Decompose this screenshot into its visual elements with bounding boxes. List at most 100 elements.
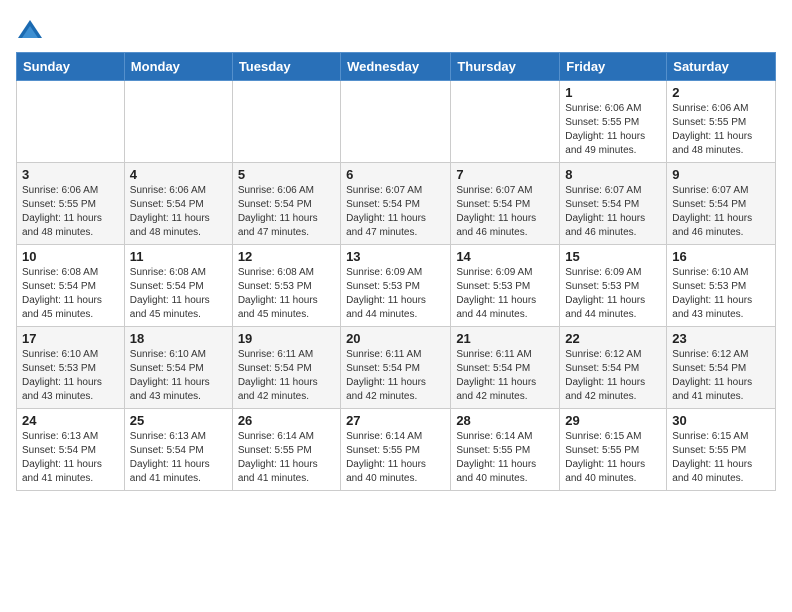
calendar-cell: 6 Sunrise: 6:07 AM Sunset: 5:54 PM Daylig… bbox=[341, 163, 451, 245]
calendar-cell bbox=[341, 81, 451, 163]
calendar-cell: 24 Sunrise: 6:13 AM Sunset: 5:54 PM Dayli… bbox=[17, 409, 125, 491]
calendar-cell: 22 Sunrise: 6:12 AM Sunset: 5:54 PM Dayli… bbox=[560, 327, 667, 409]
day-info: Sunrise: 6:06 AM Sunset: 5:55 PM Dayligh… bbox=[22, 184, 119, 240]
day-number: 8 bbox=[565, 167, 661, 182]
calendar-cell: 25 Sunrise: 6:13 AM Sunset: 5:54 PM Dayli… bbox=[124, 409, 232, 491]
calendar-table: SundayMondayTuesdayWednesdayThursdayFrid… bbox=[16, 52, 776, 491]
day-info: Sunrise: 6:13 AM Sunset: 5:54 PM Dayligh… bbox=[22, 430, 119, 486]
day-number: 21 bbox=[456, 331, 554, 346]
calendar-cell: 18 Sunrise: 6:10 AM Sunset: 5:54 PM Dayli… bbox=[124, 327, 232, 409]
day-number: 13 bbox=[346, 249, 445, 264]
calendar-cell: 26Sunrise: 6:14 AM Sunset: 5:55 PM Dayli… bbox=[232, 409, 340, 491]
day-number: 11 bbox=[130, 249, 227, 264]
day-number: 17 bbox=[22, 331, 119, 346]
day-info: Sunrise: 6:09 AM Sunset: 5:53 PM Dayligh… bbox=[346, 266, 445, 322]
day-number: 25 bbox=[130, 413, 227, 428]
day-number: 4 bbox=[130, 167, 227, 182]
day-info: Sunrise: 6:15 AM Sunset: 5:55 PM Dayligh… bbox=[565, 430, 661, 486]
day-number: 20 bbox=[346, 331, 445, 346]
weekday-header: Saturday bbox=[667, 53, 776, 81]
day-info: Sunrise: 6:09 AM Sunset: 5:53 PM Dayligh… bbox=[565, 266, 661, 322]
calendar-cell: 30Sunrise: 6:15 AM Sunset: 5:55 PM Dayli… bbox=[667, 409, 776, 491]
page: SundayMondayTuesdayWednesdayThursdayFrid… bbox=[0, 0, 792, 507]
calendar-cell: 7 Sunrise: 6:07 AM Sunset: 5:54 PM Daylig… bbox=[451, 163, 560, 245]
weekday-header: Tuesday bbox=[232, 53, 340, 81]
calendar-week-row: 24 Sunrise: 6:13 AM Sunset: 5:54 PM Dayli… bbox=[17, 409, 776, 491]
weekday-header: Thursday bbox=[451, 53, 560, 81]
calendar-cell: 10Sunrise: 6:08 AM Sunset: 5:54 PM Dayli… bbox=[17, 245, 125, 327]
day-number: 23 bbox=[672, 331, 770, 346]
day-info: Sunrise: 6:06 AM Sunset: 5:54 PM Dayligh… bbox=[130, 184, 227, 240]
day-info: Sunrise: 6:12 AM Sunset: 5:54 PM Dayligh… bbox=[672, 348, 770, 404]
calendar-cell: 29 Sunrise: 6:15 AM Sunset: 5:55 PM Dayli… bbox=[560, 409, 667, 491]
calendar-cell bbox=[232, 81, 340, 163]
calendar-cell: 1 Sunrise: 6:06 AM Sunset: 5:55 PM Daylig… bbox=[560, 81, 667, 163]
day-info: Sunrise: 6:06 AM Sunset: 5:55 PM Dayligh… bbox=[565, 102, 661, 158]
calendar-cell: 20 Sunrise: 6:11 AM Sunset: 5:54 PM Dayli… bbox=[341, 327, 451, 409]
day-info: Sunrise: 6:14 AM Sunset: 5:55 PM Dayligh… bbox=[238, 430, 335, 486]
calendar-cell: 21 Sunrise: 6:11 AM Sunset: 5:54 PM Dayli… bbox=[451, 327, 560, 409]
day-number: 16 bbox=[672, 249, 770, 264]
calendar-week-row: 17Sunrise: 6:10 AM Sunset: 5:53 PM Dayli… bbox=[17, 327, 776, 409]
calendar-cell bbox=[451, 81, 560, 163]
day-number: 18 bbox=[130, 331, 227, 346]
header bbox=[16, 16, 776, 44]
calendar-cell: 12 Sunrise: 6:08 AM Sunset: 5:53 PM Dayli… bbox=[232, 245, 340, 327]
day-number: 27 bbox=[346, 413, 445, 428]
calendar-cell: 17Sunrise: 6:10 AM Sunset: 5:53 PM Dayli… bbox=[17, 327, 125, 409]
calendar-cell: 14Sunrise: 6:09 AM Sunset: 5:53 PM Dayli… bbox=[451, 245, 560, 327]
day-number: 30 bbox=[672, 413, 770, 428]
day-info: Sunrise: 6:08 AM Sunset: 5:54 PM Dayligh… bbox=[130, 266, 227, 322]
day-info: Sunrise: 6:11 AM Sunset: 5:54 PM Dayligh… bbox=[346, 348, 445, 404]
day-number: 6 bbox=[346, 167, 445, 182]
day-info: Sunrise: 6:12 AM Sunset: 5:54 PM Dayligh… bbox=[565, 348, 661, 404]
calendar-header-row: SundayMondayTuesdayWednesdayThursdayFrid… bbox=[17, 53, 776, 81]
calendar-cell: 16 Sunrise: 6:10 AM Sunset: 5:53 PM Dayli… bbox=[667, 245, 776, 327]
day-number: 24 bbox=[22, 413, 119, 428]
day-info: Sunrise: 6:08 AM Sunset: 5:53 PM Dayligh… bbox=[238, 266, 335, 322]
calendar-cell: 5Sunrise: 6:06 AM Sunset: 5:54 PM Daylig… bbox=[232, 163, 340, 245]
day-number: 7 bbox=[456, 167, 554, 182]
day-number: 14 bbox=[456, 249, 554, 264]
weekday-header: Friday bbox=[560, 53, 667, 81]
calendar-cell: 19Sunrise: 6:11 AM Sunset: 5:54 PM Dayli… bbox=[232, 327, 340, 409]
day-info: Sunrise: 6:11 AM Sunset: 5:54 PM Dayligh… bbox=[238, 348, 335, 404]
calendar-cell: 4 Sunrise: 6:06 AM Sunset: 5:54 PM Daylig… bbox=[124, 163, 232, 245]
logo-icon bbox=[16, 16, 44, 44]
day-number: 5 bbox=[238, 167, 335, 182]
calendar-cell: 11 Sunrise: 6:08 AM Sunset: 5:54 PM Dayli… bbox=[124, 245, 232, 327]
calendar-cell: 28 Sunrise: 6:14 AM Sunset: 5:55 PM Dayli… bbox=[451, 409, 560, 491]
weekday-header: Sunday bbox=[17, 53, 125, 81]
day-info: Sunrise: 6:07 AM Sunset: 5:54 PM Dayligh… bbox=[672, 184, 770, 240]
weekday-header: Monday bbox=[124, 53, 232, 81]
calendar-week-row: 10Sunrise: 6:08 AM Sunset: 5:54 PM Dayli… bbox=[17, 245, 776, 327]
calendar-cell: 9 Sunrise: 6:07 AM Sunset: 5:54 PM Daylig… bbox=[667, 163, 776, 245]
calendar-cell bbox=[124, 81, 232, 163]
day-number: 2 bbox=[672, 85, 770, 100]
calendar-cell: 8 Sunrise: 6:07 AM Sunset: 5:54 PM Daylig… bbox=[560, 163, 667, 245]
calendar-cell: 3 Sunrise: 6:06 AM Sunset: 5:55 PM Daylig… bbox=[17, 163, 125, 245]
day-number: 29 bbox=[565, 413, 661, 428]
day-info: Sunrise: 6:08 AM Sunset: 5:54 PM Dayligh… bbox=[22, 266, 119, 322]
day-number: 1 bbox=[565, 85, 661, 100]
day-number: 15 bbox=[565, 249, 661, 264]
calendar-cell: 13 Sunrise: 6:09 AM Sunset: 5:53 PM Dayli… bbox=[341, 245, 451, 327]
calendar-cell bbox=[17, 81, 125, 163]
calendar-cell: 2 Sunrise: 6:06 AM Sunset: 5:55 PM Daylig… bbox=[667, 81, 776, 163]
day-number: 28 bbox=[456, 413, 554, 428]
day-info: Sunrise: 6:14 AM Sunset: 5:55 PM Dayligh… bbox=[346, 430, 445, 486]
day-info: Sunrise: 6:06 AM Sunset: 5:55 PM Dayligh… bbox=[672, 102, 770, 158]
day-number: 9 bbox=[672, 167, 770, 182]
day-info: Sunrise: 6:11 AM Sunset: 5:54 PM Dayligh… bbox=[456, 348, 554, 404]
calendar-cell: 27 Sunrise: 6:14 AM Sunset: 5:55 PM Dayli… bbox=[341, 409, 451, 491]
day-info: Sunrise: 6:07 AM Sunset: 5:54 PM Dayligh… bbox=[346, 184, 445, 240]
day-info: Sunrise: 6:07 AM Sunset: 5:54 PM Dayligh… bbox=[456, 184, 554, 240]
day-number: 22 bbox=[565, 331, 661, 346]
day-info: Sunrise: 6:07 AM Sunset: 5:54 PM Dayligh… bbox=[565, 184, 661, 240]
day-number: 3 bbox=[22, 167, 119, 182]
day-info: Sunrise: 6:14 AM Sunset: 5:55 PM Dayligh… bbox=[456, 430, 554, 486]
day-info: Sunrise: 6:10 AM Sunset: 5:54 PM Dayligh… bbox=[130, 348, 227, 404]
day-number: 12 bbox=[238, 249, 335, 264]
day-info: Sunrise: 6:13 AM Sunset: 5:54 PM Dayligh… bbox=[130, 430, 227, 486]
day-info: Sunrise: 6:10 AM Sunset: 5:53 PM Dayligh… bbox=[672, 266, 770, 322]
